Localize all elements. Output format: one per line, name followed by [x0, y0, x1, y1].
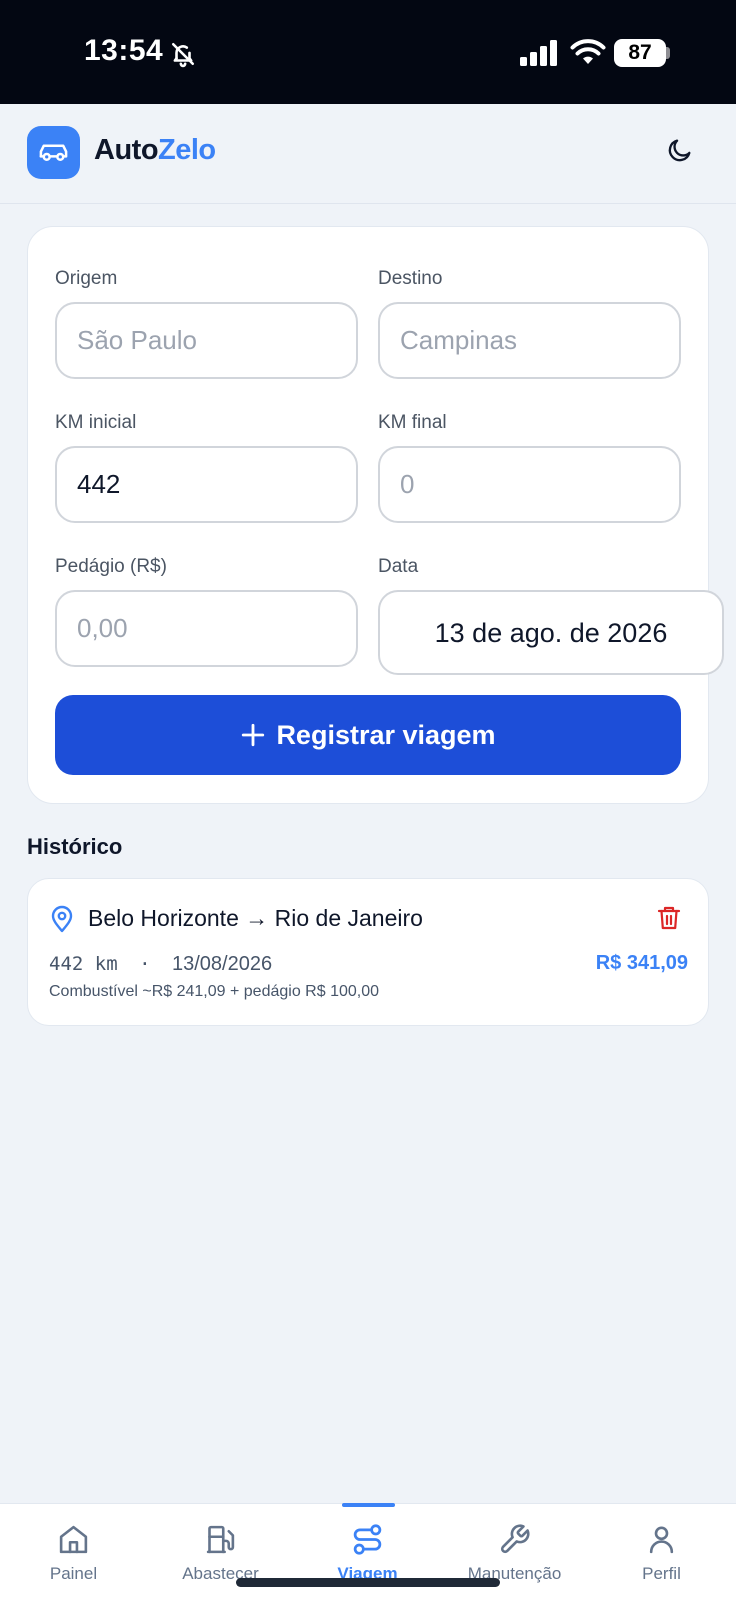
trip-breakdown: Combustível ~R$ 241,09 + pedágio R$ 100,… [49, 983, 380, 1000]
trip-route: Belo Horizonte → Rio de Janeiro [88, 905, 423, 931]
history-title: Histórico [27, 834, 123, 859]
trip-date: 13/08/2026 [172, 953, 273, 975]
app-header: AutoZelo [0, 104, 736, 204]
moon-icon[interactable] [666, 136, 694, 164]
wrench-icon [500, 1524, 530, 1554]
origin-input[interactable] [55, 302, 358, 379]
nav-label-painel: Painel [49, 1564, 98, 1583]
map-pin-icon [51, 905, 73, 933]
km-end-input[interactable] [378, 446, 681, 523]
status-time: 13:54 [84, 34, 164, 67]
signal-icon [520, 40, 557, 66]
plus-icon [242, 723, 265, 747]
register-trip-button[interactable]: Registrar viagem [55, 695, 681, 775]
km-start-label: KM inicial [55, 412, 137, 433]
km-end-label: KM final [378, 412, 447, 433]
app-title-part1: Auto [94, 134, 159, 166]
battery-indicator: 87 [614, 39, 666, 67]
user-icon [649, 1526, 674, 1554]
status-bar: 13:54 87 [0, 0, 736, 104]
wifi-icon [570, 39, 606, 64]
toll-label: Pedágio (R$) [55, 556, 167, 577]
register-trip-label: Registrar viagem [276, 719, 496, 750]
nav-item-perfil[interactable]: Perfil [588, 1504, 735, 1600]
home-indicator [236, 1578, 500, 1587]
trip-meta-separator: · [139, 953, 151, 975]
destination-label: Destino [378, 268, 443, 289]
toll-input[interactable] [55, 590, 358, 667]
trash-icon[interactable] [657, 905, 681, 931]
nav-label-perfil: Perfil [642, 1564, 681, 1583]
trip-card: Belo Horizonte → Rio de Janeiro 442 km ·… [27, 878, 709, 1026]
battery-cap [666, 47, 670, 59]
app-title: AutoZelo [94, 134, 216, 167]
km-start-input[interactable] [55, 446, 358, 523]
route-icon [353, 1524, 382, 1555]
bell-off-icon [171, 42, 195, 68]
nav-item-painel[interactable]: Painel [0, 1504, 147, 1600]
origin-label: Origem [55, 268, 118, 289]
date-label: Data [378, 556, 419, 577]
home-icon [59, 1525, 88, 1554]
active-tab-indicator [342, 1503, 395, 1507]
trip-meta: 442 km · 13/08/2026 [49, 953, 272, 976]
trip-total: R$ 341,09 [595, 952, 688, 974]
destination-input[interactable] [378, 302, 681, 379]
app-logo [27, 126, 80, 179]
date-picker[interactable]: 13 de ago. de 2026 [378, 590, 724, 675]
fuel-icon [206, 1525, 235, 1554]
trip-distance: 442 km [49, 953, 118, 975]
app-title-part2: Zelo [158, 134, 216, 166]
car-icon [39, 144, 68, 162]
